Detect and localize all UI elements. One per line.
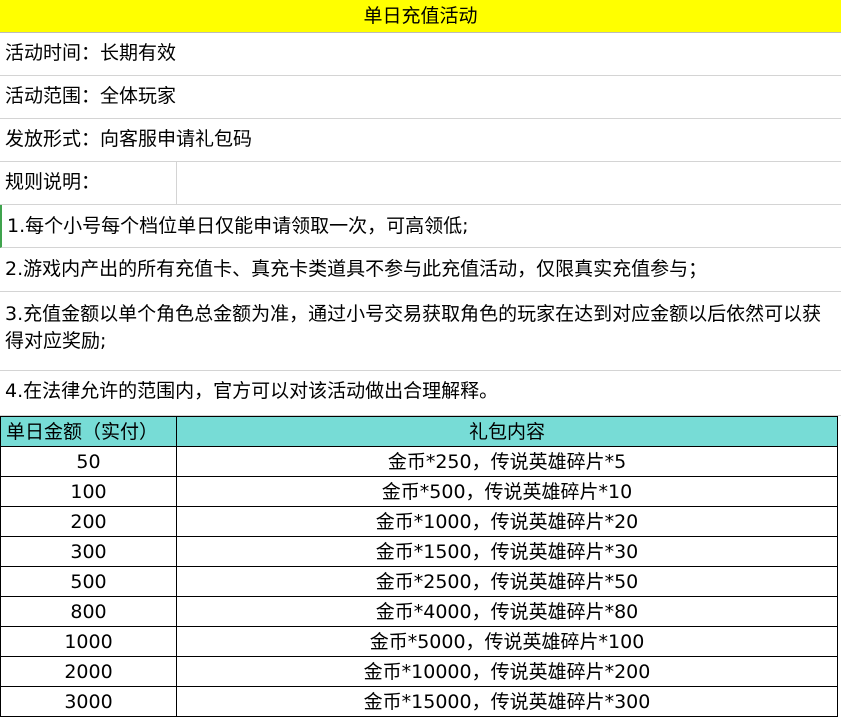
table-row: 500 金币*2500，传说英雄碎片*50: [0, 566, 838, 597]
spreadsheet: 单日充值活动 活动时间：长期有效 活动范围：全体玩家 发放形式：向客服申请礼包码…: [0, 0, 841, 717]
table-row: 200 金币*1000，传说英雄碎片*20: [0, 506, 838, 537]
header-gift-content[interactable]: 礼包内容: [176, 416, 838, 447]
amount-cell[interactable]: 200: [0, 506, 177, 537]
activity-scope-text: 活动范围：全体玩家: [5, 85, 177, 107]
title-cell[interactable]: 单日充值活动: [0, 0, 841, 33]
cell-rule-1[interactable]: 1.每个小号每个档位单日仅能申请领取一次，可高领低;: [0, 205, 841, 248]
table-row: 2000 金币*10000，传说英雄碎片*200: [0, 656, 838, 687]
amount-cell[interactable]: 100: [0, 476, 177, 507]
gift-cell[interactable]: 金币*10000，传说英雄碎片*200: [176, 656, 838, 687]
gift-cell[interactable]: 金币*4000，传说英雄碎片*80: [176, 596, 838, 627]
reward-table: 单日金额（实付） 礼包内容 50 金币*250，传说英雄碎片*5 100 金币*…: [0, 416, 838, 717]
cell-rules-label[interactable]: 规则说明：: [0, 162, 841, 205]
gift-cell[interactable]: 金币*5000，传说英雄碎片*100: [176, 626, 838, 657]
gift-cell[interactable]: 金币*1000，传说英雄碎片*20: [176, 506, 838, 537]
table-row: 3000 金币*15000，传说英雄碎片*300: [0, 686, 838, 717]
amount-cell[interactable]: 50: [0, 446, 177, 477]
activity-time-text: 活动时间：长期有效: [5, 42, 177, 64]
amount-cell[interactable]: 500: [0, 566, 177, 597]
table-row: 800 金币*4000，传说英雄碎片*80: [0, 596, 838, 627]
rule-1-text: 1.每个小号每个档位单日仅能申请领取一次，可高领低;: [7, 215, 469, 237]
cell-rule-3[interactable]: 3.充值金额以单个角色总金额为准，通过小号交易获取角色的玩家在达到对应金额以后依…: [0, 292, 841, 371]
cell-divider: [176, 162, 177, 204]
cell-distribution-form[interactable]: 发放形式：向客服申请礼包码: [0, 119, 841, 162]
table-row: 100 金币*500，传说英雄碎片*10: [0, 476, 838, 507]
gift-cell[interactable]: 金币*500，传说英雄碎片*10: [176, 476, 838, 507]
page-title: 单日充值活动: [363, 5, 478, 27]
amount-cell[interactable]: 800: [0, 596, 177, 627]
table-row: 1000 金币*5000，传说英雄碎片*100: [0, 626, 838, 657]
header-daily-amount[interactable]: 单日金额（实付）: [0, 416, 177, 447]
cell-rule-4[interactable]: 4.在法律允许的范围内，官方可以对该活动做出合理解释。: [0, 371, 841, 416]
cell-rule-2[interactable]: 2.游戏内产出的所有充值卡、真充卡类道具不参与此充值活动，仅限真实充值参与；: [0, 248, 841, 292]
amount-cell[interactable]: 2000: [0, 656, 177, 687]
table-row: 300 金币*1500，传说英雄碎片*30: [0, 536, 838, 567]
amount-cell[interactable]: 1000: [0, 626, 177, 657]
cell-activity-time[interactable]: 活动时间：长期有效: [0, 33, 841, 76]
amount-cell[interactable]: 300: [0, 536, 177, 567]
gift-cell[interactable]: 金币*15000，传说英雄碎片*300: [176, 686, 838, 717]
table-row: 50 金币*250，传说英雄碎片*5: [0, 446, 838, 477]
gift-cell[interactable]: 金币*250，传说英雄碎片*5: [176, 446, 838, 477]
rules-label-text: 规则说明：: [5, 171, 101, 193]
rule-3-text: 3.充值金额以单个角色总金额为准，通过小号交易获取角色的玩家在达到对应金额以后依…: [5, 303, 822, 352]
rule-2-text: 2.游戏内产出的所有充值卡、真充卡类道具不参与此充值活动，仅限真实充值参与；: [5, 258, 708, 280]
rule-4-text: 4.在法律允许的范围内，官方可以对该活动做出合理解释。: [5, 380, 499, 402]
gift-cell[interactable]: 金币*2500，传说英雄碎片*50: [176, 566, 838, 597]
gift-cell[interactable]: 金币*1500，传说英雄碎片*30: [176, 536, 838, 567]
distribution-form-text: 发放形式：向客服申请礼包码: [5, 128, 253, 150]
amount-cell[interactable]: 3000: [0, 686, 177, 717]
table-header-row: 单日金额（实付） 礼包内容: [0, 416, 838, 447]
cell-activity-scope[interactable]: 活动范围：全体玩家: [0, 76, 841, 119]
